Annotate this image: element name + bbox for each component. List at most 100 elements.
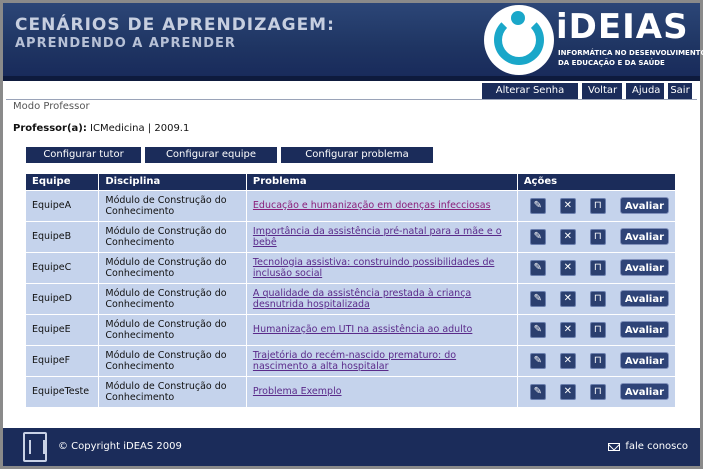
ideias-logo: iDEIAS INFORMÁTICA NO DESENVOLVIMENTO DA… [484,5,703,75]
lock-icon[interactable]: ⊓ [589,197,606,214]
configure-tutor-button[interactable]: Configurar tutor [26,147,141,163]
top-nav: Alterar Senha Voltar Ajuda Sair [482,83,692,99]
problem-cell: Importância da assistência pré-natal par… [246,220,518,252]
team-cell: EquipeD [26,282,100,314]
teams-table: Equipe Disciplina Problema Ações EquipeA… [26,174,677,407]
exit-button[interactable]: Sair [668,83,692,99]
delete-x-icon[interactable]: ✕ [559,197,576,214]
evaluate-button[interactable]: Avaliar [619,228,669,245]
professor-label: Professor(a): [13,123,87,134]
delete-x-icon[interactable]: ✕ [559,290,576,307]
delete-x-icon[interactable]: ✕ [559,321,576,338]
site-title-line1: CENÁRIOS DE APRENDIZAGEM: [15,15,335,35]
problem-cell: Tecnologia assistiva: construindo possib… [246,251,518,283]
problem-link[interactable]: Importância da assistência pré-natal par… [253,226,502,248]
page-header: CENÁRIOS DE APRENDIZAGEM: APRENDENDO A A… [3,3,703,81]
problem-link[interactable]: Educação e humanização em doenças infecc… [253,200,491,211]
university-crest-icon [23,432,47,462]
envelope-icon [608,442,621,451]
logo-brand-text: iDEIAS [556,7,689,47]
table-row: EquipeA Módulo de Construção do Conhecim… [26,189,677,221]
column-header-team: Equipe [26,174,100,190]
lock-icon[interactable]: ⊓ [589,352,606,369]
site-title-line2: APRENDENDO A APRENDER [15,36,236,51]
evaluate-button[interactable]: Avaliar [619,290,669,307]
evaluate-button[interactable]: Avaliar [619,259,669,276]
change-password-button[interactable]: Alterar Senha [482,83,578,99]
team-cell: EquipeA [26,189,100,221]
delete-x-icon[interactable]: ✕ [559,259,576,276]
discipline-cell: Módulo de Construção do Conhecimento [98,313,247,345]
edit-pencil-icon[interactable]: ✎ [529,321,546,338]
discipline-cell: Módulo de Construção do Conhecimento [98,344,247,376]
column-header-discipline: Disciplina [98,174,247,190]
discipline-cell: Módulo de Construção do Conhecimento [98,220,247,252]
configure-problem-button[interactable]: Configurar problema [281,147,433,163]
problem-cell: Educação e humanização em doenças infecc… [246,189,518,221]
actions-cell: ✎ ✕ ⊓ Avaliar [517,251,677,283]
lock-icon[interactable]: ⊓ [589,290,606,307]
logo-emblem-icon [484,5,554,75]
divider [6,99,697,100]
lock-icon[interactable]: ⊓ [589,383,606,400]
problem-cell: Trajetória do recém-nascido prematuro: d… [246,344,518,376]
discipline-cell: Módulo de Construção do Conhecimento [98,282,247,314]
contact-link[interactable]: fale conosco [608,441,688,452]
table-row: EquipeF Módulo de Construção do Conhecim… [26,344,677,376]
problem-link[interactable]: Problema Exemplo [253,386,342,397]
discipline-cell: Módulo de Construção do Conhecimento [98,375,247,407]
delete-x-icon[interactable]: ✕ [559,383,576,400]
table-row: EquipeE Módulo de Construção do Conhecim… [26,313,677,345]
logo-tagline-line2: DA EDUCAÇÃO E DA SAÚDE [558,59,665,67]
copyright-text: © Copyright iDEAS 2009 [58,441,182,452]
problem-link[interactable]: Trajetória do recém-nascido prematuro: d… [253,350,456,372]
configure-team-button[interactable]: Configurar equipe [145,147,277,163]
table-row: EquipeTeste Módulo de Construção do Conh… [26,375,677,407]
problem-cell: Problema Exemplo [246,375,518,407]
delete-x-icon[interactable]: ✕ [559,228,576,245]
logo-tagline-line1: INFORMÁTICA NO DESENVOLVIMENTO [558,49,703,57]
table-header-row: Equipe Disciplina Problema Ações [26,174,677,190]
actions-cell: ✎ ✕ ⊓ Avaliar [517,313,677,345]
edit-pencil-icon[interactable]: ✎ [529,259,546,276]
lock-icon[interactable]: ⊓ [589,228,606,245]
team-cell: EquipeB [26,220,100,252]
problem-link[interactable]: Tecnologia assistiva: construindo possib… [253,257,494,279]
problem-link[interactable]: Humanização em UTI na assistência ao adu… [253,324,472,335]
column-header-actions: Ações [517,174,677,190]
actions-cell: ✎ ✕ ⊓ Avaliar [517,189,677,221]
delete-x-icon[interactable]: ✕ [559,352,576,369]
table-row: EquipeC Módulo de Construção do Conhecim… [26,251,677,283]
table-row: EquipeB Módulo de Construção do Conhecim… [26,220,677,252]
edit-pencil-icon[interactable]: ✎ [529,228,546,245]
team-cell: EquipeF [26,344,100,376]
lock-icon[interactable]: ⊓ [589,321,606,338]
evaluate-button[interactable]: Avaliar [619,383,669,401]
back-button[interactable]: Voltar [582,83,622,99]
mode-label: Modo Professor [13,101,90,112]
actions-cell: ✎ ✕ ⊓ Avaliar [517,375,677,407]
problem-cell: A qualidade da assistência prestada à cr… [246,282,518,314]
professor-info: Professor(a): ICMedicina | 2009.1 [13,123,189,134]
team-cell: EquipeE [26,313,100,345]
problem-link[interactable]: A qualidade da assistência prestada à cr… [253,288,471,310]
professor-value: ICMedicina | 2009.1 [90,123,190,134]
header-stripe [3,76,700,81]
help-button[interactable]: Ajuda [626,83,664,99]
team-cell: EquipeC [26,251,100,283]
team-cell: EquipeTeste [26,375,100,407]
problem-cell: Humanização em UTI na assistência ao adu… [246,313,518,345]
evaluate-button[interactable]: Avaliar [619,197,669,214]
evaluate-button[interactable]: Avaliar [619,352,669,369]
lock-icon[interactable]: ⊓ [589,259,606,276]
actions-cell: ✎ ✕ ⊓ Avaliar [517,282,677,314]
edit-pencil-icon[interactable]: ✎ [529,197,546,214]
discipline-cell: Módulo de Construção do Conhecimento [98,189,247,221]
edit-pencil-icon[interactable]: ✎ [529,290,546,307]
evaluate-button[interactable]: Avaliar [619,321,669,338]
edit-pencil-icon[interactable]: ✎ [529,383,546,400]
edit-pencil-icon[interactable]: ✎ [529,352,546,369]
page-footer: © Copyright iDEAS 2009 fale conosco [3,428,700,466]
discipline-cell: Módulo de Construção do Conhecimento [98,251,247,283]
column-header-problem: Problema [246,174,518,190]
